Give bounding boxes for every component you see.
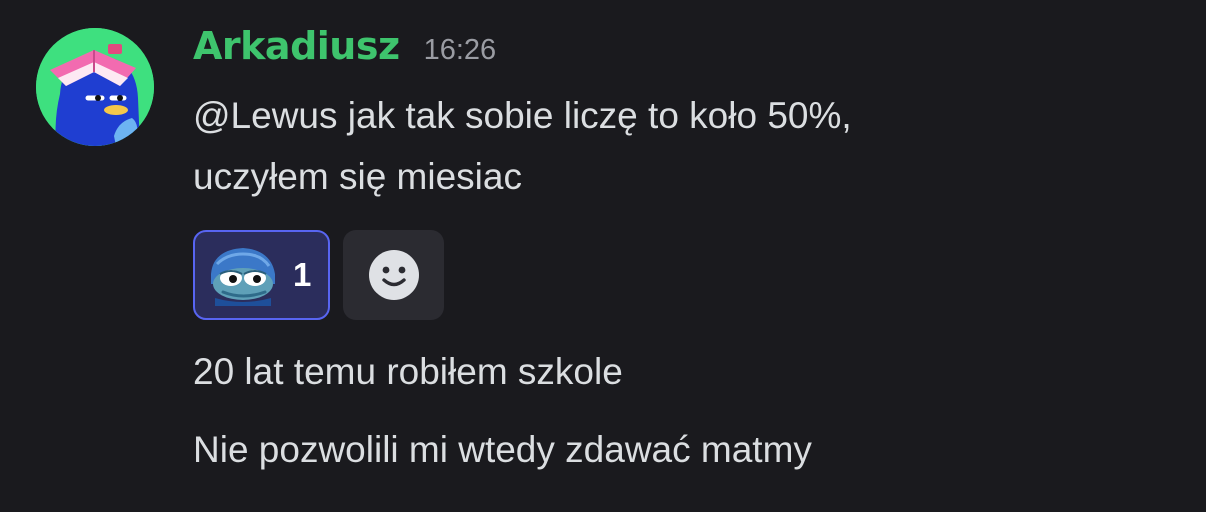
followup-message-1: 20 lat temu robiłem szkole: [193, 351, 623, 392]
add-reaction-button[interactable]: [343, 230, 444, 320]
pepe-frog-emoji-icon: [211, 248, 275, 306]
message-timestamp: 16:26: [423, 34, 497, 66]
followup-message-2: Nie pozwolili mi wtedy zdawać matmy: [193, 429, 812, 470]
message-line-1: @Lewus jak tak sobie liczę to koło 50%,: [193, 95, 852, 136]
message-header: Arkadiusz 16:26: [193, 24, 496, 74]
reaction-count: 1: [293, 256, 312, 293]
reaction-pepe-button[interactable]: 1: [193, 230, 330, 320]
author-name[interactable]: Arkadiusz: [193, 24, 400, 68]
user-avatar[interactable]: [36, 28, 154, 146]
smiley-add-reaction-icon: [368, 250, 419, 300]
duck-with-book-avatar-icon: [36, 28, 154, 146]
message-line-2: uczyłem się miesiac: [193, 156, 522, 197]
reaction-bar: 1: [193, 230, 444, 320]
